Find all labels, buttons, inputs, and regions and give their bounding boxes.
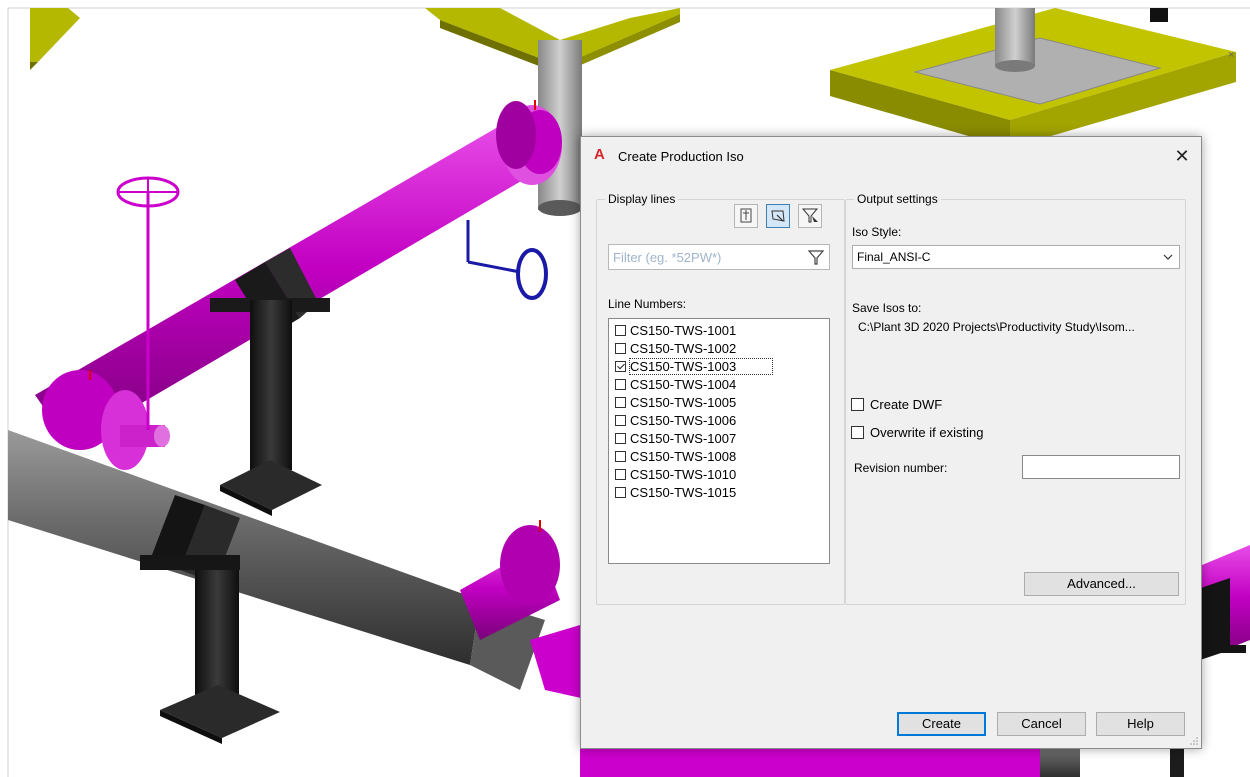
list-item[interactable]: CS150-TWS-1010 — [611, 465, 827, 483]
line-number-label: CS150-TWS-1008 — [630, 448, 737, 464]
filter-select-toolbutton[interactable] — [798, 204, 822, 228]
line-checkbox[interactable] — [615, 450, 626, 462]
list-item[interactable]: CS150-TWS-1002 — [611, 339, 827, 357]
list-item[interactable]: CS150-TWS-1005 — [611, 393, 827, 411]
iso-style-value: Final_ANSI-C — [857, 250, 931, 264]
equipment-box-right — [830, 8, 1236, 148]
line-number-label: CS150-TWS-1015 — [630, 484, 737, 500]
chevron-down-icon — [1163, 254, 1173, 260]
create-dwf-label: Create DWF — [870, 397, 943, 412]
line-checkbox[interactable] — [615, 486, 626, 498]
handwheel-valve-blue — [466, 220, 548, 300]
revision-number-input[interactable] — [1022, 455, 1180, 479]
line-checkbox[interactable] — [615, 342, 626, 354]
create-dwf-option[interactable]: Create DWF — [851, 397, 942, 412]
output-settings-legend: Output settings — [854, 192, 941, 206]
create-production-iso-dialog[interactable]: A Create Production Iso ✕ Display lines … — [580, 136, 1202, 749]
line-checkbox[interactable] — [615, 396, 626, 408]
resize-grip-icon[interactable] — [1189, 736, 1199, 746]
help-button[interactable]: Help — [1096, 712, 1185, 736]
line-numbers-label: Line Numbers: — [608, 297, 687, 311]
pick-in-model-toolbutton[interactable] — [766, 204, 790, 228]
create-button[interactable]: Create — [897, 712, 986, 736]
overwrite-label: Overwrite if existing — [870, 425, 984, 440]
display-lines-legend: Display lines — [605, 192, 679, 206]
list-item[interactable]: CS150-TWS-1003 — [611, 357, 827, 375]
create-dwf-checkbox[interactable] — [851, 398, 864, 411]
overwrite-checkbox[interactable] — [851, 426, 864, 439]
line-filter-box[interactable] — [608, 244, 830, 270]
line-numbers-list[interactable]: CS150-TWS-1001 CS150-TWS-1002 CS150-TWS-… — [608, 318, 830, 564]
iso-style-label: Iso Style: — [852, 225, 902, 239]
line-number-label: CS150-TWS-1002 — [630, 340, 737, 356]
cancel-button[interactable]: Cancel — [997, 712, 1086, 736]
svg-text:×: × — [1228, 49, 1234, 61]
equipment-beam-top-left — [30, 8, 80, 70]
list-item[interactable]: CS150-TWS-1007 — [611, 429, 827, 447]
list-item[interactable]: CS150-TWS-1006 — [611, 411, 827, 429]
line-number-label: CS150-TWS-1006 — [630, 412, 737, 428]
select-lines-toolbutton[interactable] — [734, 204, 758, 228]
line-number-label: CS150-TWS-1007 — [630, 430, 737, 446]
advanced-button[interactable]: Advanced... — [1024, 572, 1179, 596]
overwrite-option[interactable]: Overwrite if existing — [851, 425, 983, 440]
pick-cursor-icon — [771, 210, 785, 222]
line-number-label: CS150-TWS-1001 — [630, 322, 737, 338]
list-item[interactable]: CS150-TWS-1004 — [611, 375, 827, 393]
line-number-label: CS150-TWS-1003 — [628, 357, 774, 375]
line-number-label: CS150-TWS-1010 — [630, 466, 737, 482]
dialog-title: Create Production Iso — [618, 149, 744, 164]
close-button[interactable]: ✕ — [1169, 143, 1195, 169]
line-checkbox[interactable] — [615, 360, 626, 372]
list-item[interactable]: CS150-TWS-1008 — [611, 447, 827, 465]
line-checkbox[interactable] — [615, 378, 626, 390]
filter-cursor-icon — [801, 208, 819, 223]
list-item[interactable]: CS150-TWS-1015 — [611, 483, 827, 501]
list-item[interactable]: CS150-TWS-1001 — [611, 321, 827, 339]
document-icon — [740, 208, 752, 223]
line-checkbox[interactable] — [615, 432, 626, 444]
line-filter-input[interactable] — [609, 245, 803, 269]
iso-style-select[interactable]: Final_ANSI-C — [852, 245, 1180, 269]
filter-funnel-icon[interactable] — [807, 248, 825, 266]
dialog-titlebar[interactable]: A Create Production Iso ✕ — [581, 137, 1201, 175]
line-number-label: CS150-TWS-1004 — [630, 376, 737, 392]
line-number-label: CS150-TWS-1005 — [630, 394, 737, 410]
autocad-logo-icon: A — [594, 146, 605, 163]
line-checkbox[interactable] — [615, 324, 626, 336]
save-isos-path: C:\Plant 3D 2020 Projects\Productivity S… — [858, 320, 1135, 334]
line-checkbox[interactable] — [615, 414, 626, 426]
line-checkbox[interactable] — [615, 468, 626, 480]
save-isos-label: Save Isos to: — [852, 301, 922, 315]
revision-number-label: Revision number: — [854, 461, 948, 475]
